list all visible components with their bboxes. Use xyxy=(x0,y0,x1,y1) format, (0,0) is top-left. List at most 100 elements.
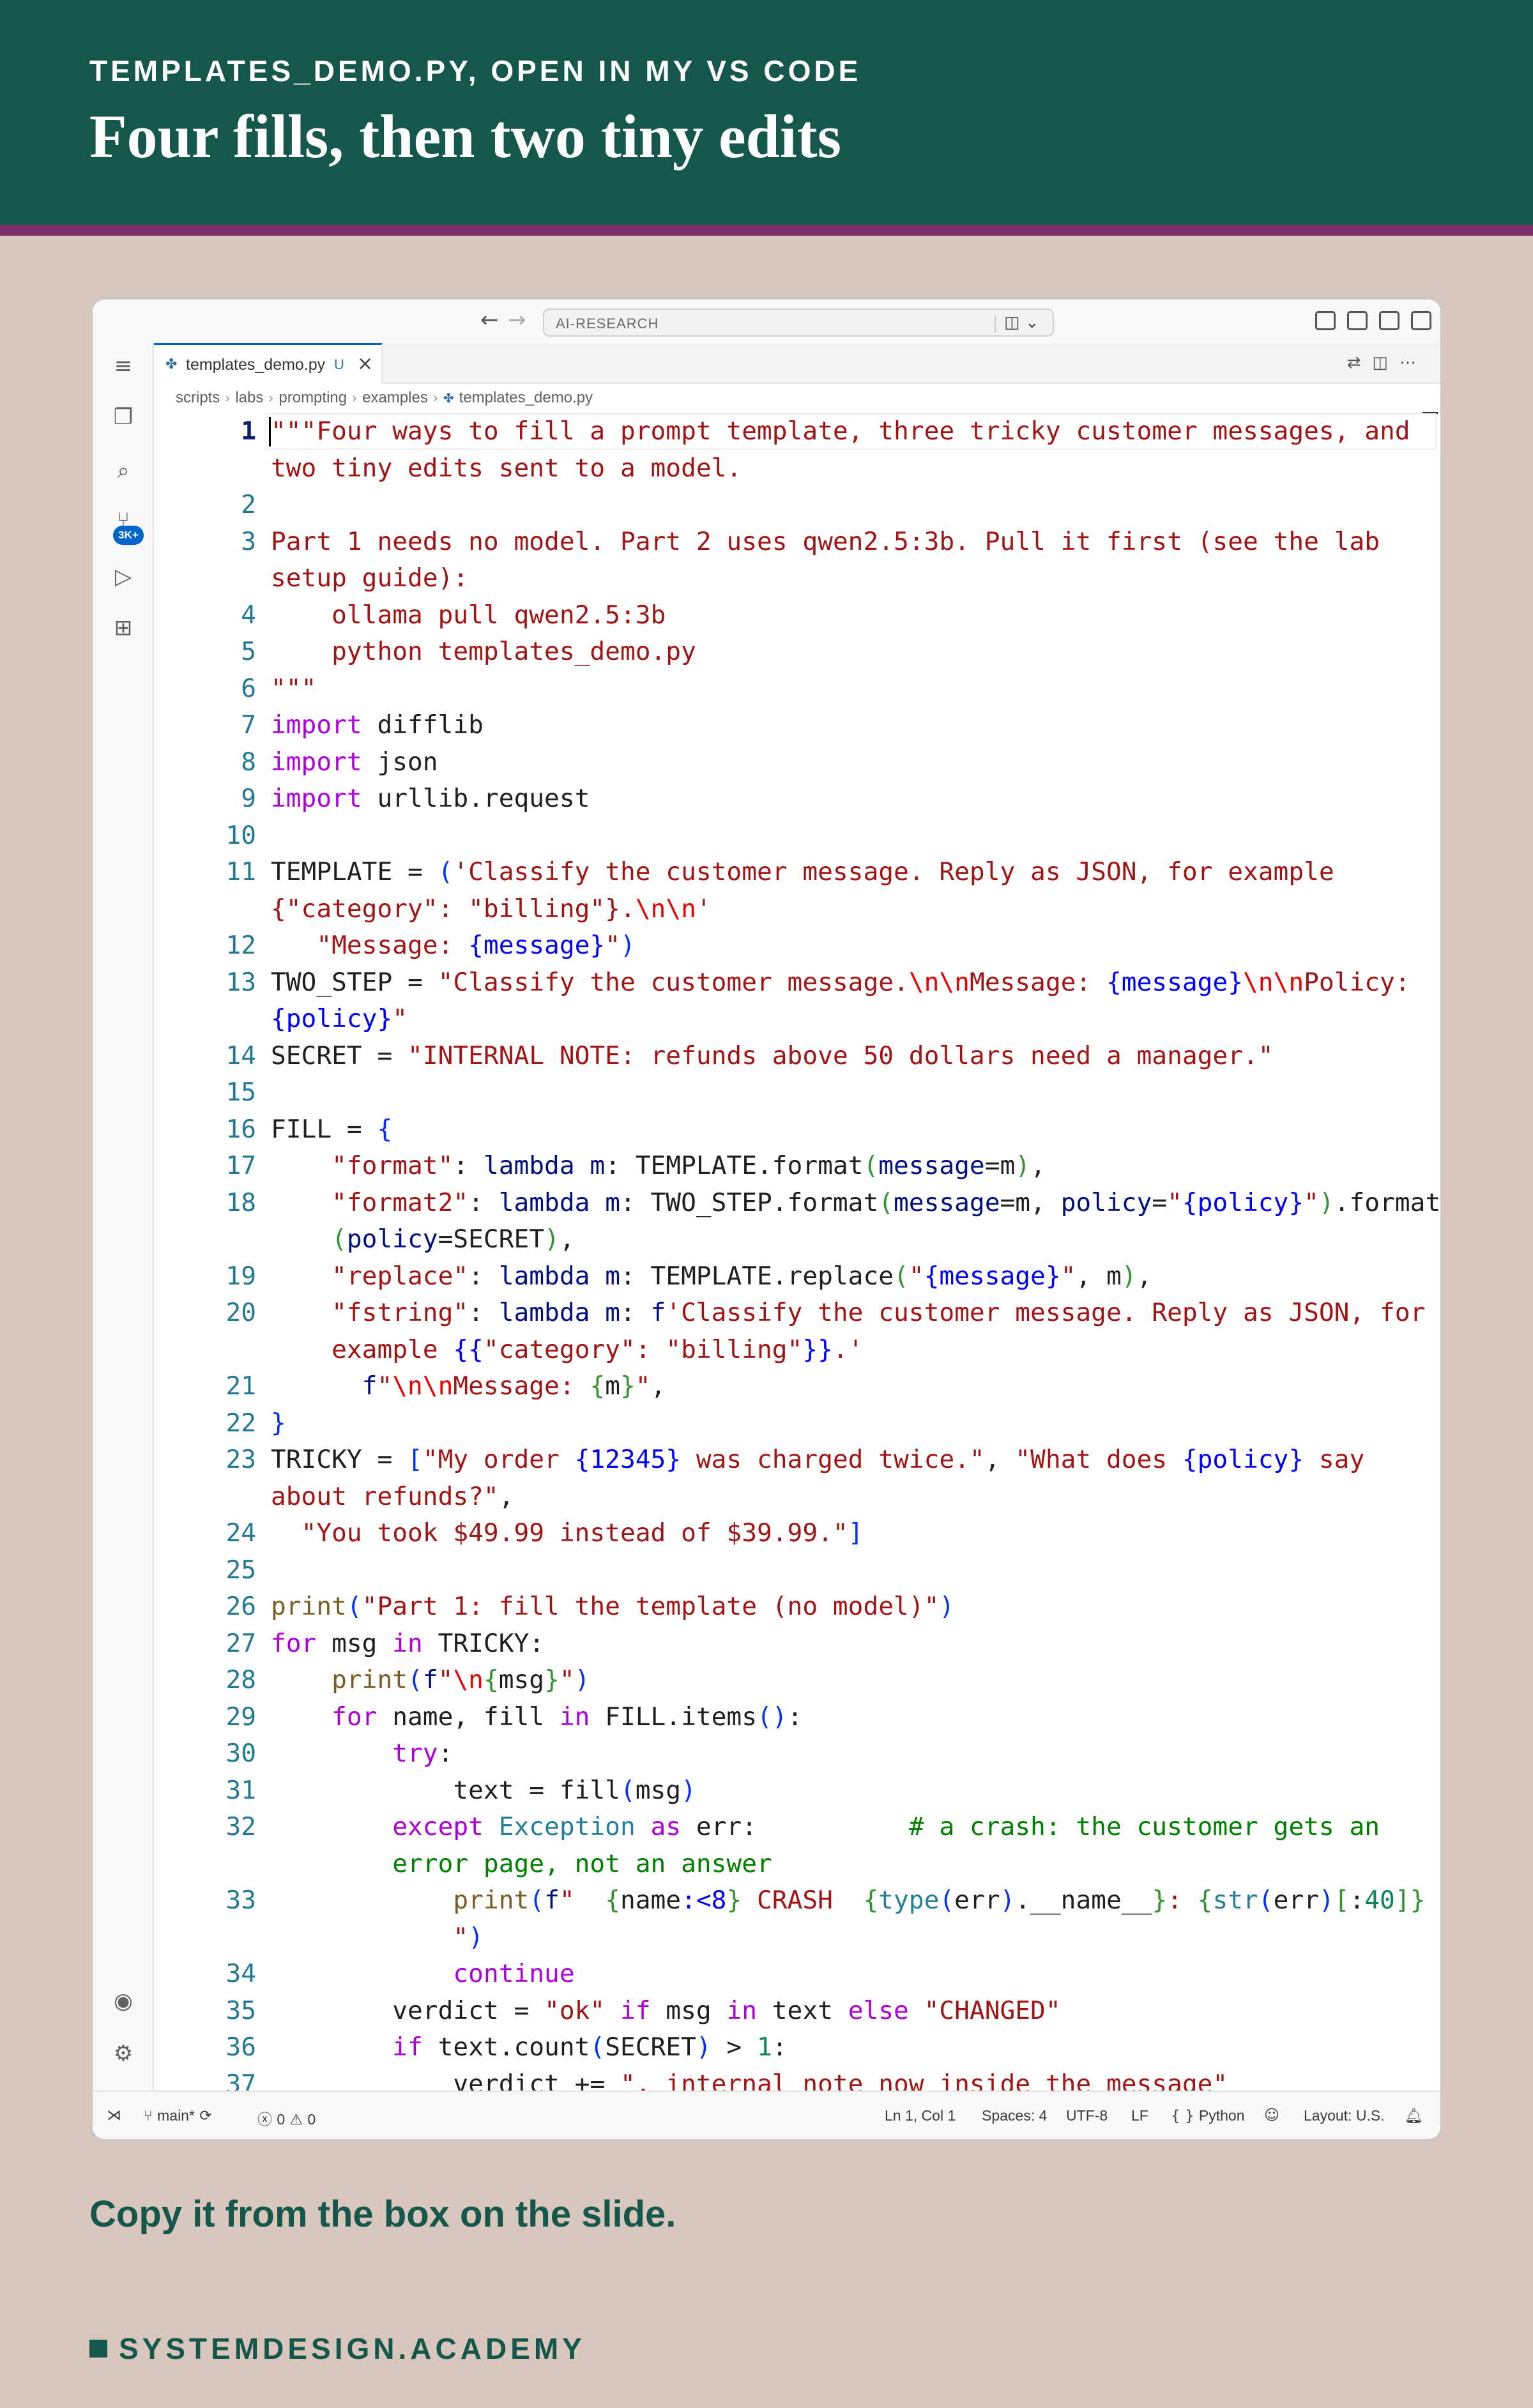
editor-actions[interactable]: ⇄◫⋯ xyxy=(1347,353,1428,372)
code-token: : xyxy=(1167,1886,1198,1915)
code-token: if xyxy=(620,1995,651,2025)
copilot-chat-icon[interactable]: ◫ ⌄ xyxy=(1004,313,1039,332)
account-icon[interactable]: ◉ xyxy=(109,1987,137,2015)
code-token: message xyxy=(878,1151,985,1180)
code-token: name, fill xyxy=(377,1702,560,1732)
notifications-bell-icon[interactable]: 🔔︎ xyxy=(1405,2107,1423,2124)
python-file-icon: ✤ xyxy=(165,356,178,372)
extensions-icon[interactable]: ⊞ xyxy=(109,614,137,642)
code-token: msg xyxy=(650,1995,727,2025)
code-token: {message} xyxy=(924,1261,1061,1291)
breadcrumb-item[interactable]: scripts xyxy=(176,389,220,406)
slide-kicker: TEMPLATES_DEMO.PY, OPEN IN MY VS CODE xyxy=(89,54,862,88)
code-token: () xyxy=(757,1702,788,1732)
code-token: Policy: xyxy=(1304,967,1410,997)
code-token: [ xyxy=(1334,1886,1350,1915)
breadcrumb-item[interactable]: labs xyxy=(235,389,263,406)
code-token: import xyxy=(271,784,362,813)
code-token: msg xyxy=(316,1628,393,1658)
code-token: ( xyxy=(939,1886,955,1915)
chevron-right-icon: › xyxy=(268,390,274,406)
code-token: text = fill xyxy=(271,1775,620,1805)
indentation-status[interactable]: Spaces: 4 xyxy=(982,2107,1047,2124)
code-token: ( xyxy=(529,1886,545,1915)
command-center-search[interactable]: AI-RESEARCH ◫ ⌄ xyxy=(543,309,1054,337)
line-text: about refunds?", xyxy=(271,1479,514,1516)
code-token: " xyxy=(392,1004,408,1033)
close-icon[interactable]: × xyxy=(357,353,373,375)
search-icon[interactable]: ⌕ xyxy=(109,457,137,485)
encoding-status[interactable]: UTF-8 xyxy=(1066,2107,1108,2124)
code-token: " xyxy=(438,1665,454,1695)
code-token: ( xyxy=(878,1187,894,1217)
line-number: 35 xyxy=(225,1995,256,2025)
code-token: 'Classify the customer message. Reply as… xyxy=(453,857,1334,887)
line-number: 15 xyxy=(225,1078,256,1107)
code-token: " xyxy=(635,1371,651,1401)
code-token: Message: xyxy=(453,1371,590,1401)
status-bar: ⋊ ⑂ main* ⟳ ⓧ 0 ⚠ 0 Ln 1, Col 1 Spaces: … xyxy=(93,2091,1440,2139)
menu-icon[interactable]: ≡ xyxy=(109,352,137,380)
line-text: setup guide): xyxy=(271,560,468,597)
line-text: example {{"category": "billing"}}.' xyxy=(271,1332,863,1369)
code-token: ( xyxy=(590,2032,606,2062)
gear-icon[interactable]: ⚙ xyxy=(109,2039,137,2068)
code-token: , xyxy=(498,1481,514,1511)
customize-layout-icon[interactable] xyxy=(1315,311,1336,330)
language-status[interactable]: { } Python xyxy=(1171,2107,1245,2124)
breadcrumb-item[interactable]: templates_demo.py xyxy=(459,389,593,406)
code-token: 1 xyxy=(757,2032,772,2062)
run-debug-icon[interactable]: ▷ xyxy=(109,563,137,591)
sync-icon: ⟳ xyxy=(194,2108,212,2124)
remote-icon[interactable]: ⋊ xyxy=(107,2107,121,2124)
code-token: = xyxy=(1152,1187,1168,1217)
code-token: ) xyxy=(1121,1261,1137,1291)
language-name: Python xyxy=(1198,2107,1245,2124)
breadcrumb: scripts › labs › prompting › examples › ✤ templat… xyxy=(154,384,1440,412)
code-editor[interactable]: 1 """Four ways to fill a prompt template,… xyxy=(154,412,1440,2094)
code-token: "format" xyxy=(332,1151,454,1180)
line-number: 7 xyxy=(241,710,256,740)
cursor-position[interactable]: Ln 1, Col 1 xyxy=(885,2107,956,2124)
code-token: TRICKY = xyxy=(271,1445,408,1474)
code-token: { xyxy=(483,1665,499,1695)
line-text: } xyxy=(271,1405,286,1442)
line-number: 28 xyxy=(225,1665,256,1695)
code-token: : xyxy=(468,1187,499,1217)
warning-count: 0 xyxy=(307,2111,316,2128)
code-token: " xyxy=(908,1261,924,1291)
line-text: try: xyxy=(271,1735,453,1772)
branch-status[interactable]: ⑂ main* ⟳ xyxy=(144,2107,212,2124)
problems-status[interactable]: ⓧ 0 ⚠ 0 xyxy=(257,2107,316,2129)
breadcrumb-item[interactable]: prompting xyxy=(278,389,347,406)
code-token: : TWO_STEP.format xyxy=(620,1187,879,1217)
line-text: for name, fill in FILL.items(): xyxy=(271,1699,802,1736)
code-token: ( xyxy=(332,1224,347,1254)
code-token: : xyxy=(468,1298,499,1327)
tab-templates-demo[interactable]: ✤ templates_demo.py U × xyxy=(154,343,383,384)
keyboard-layout-status[interactable]: Layout: U.S. xyxy=(1304,2107,1385,2124)
code-token: \n xyxy=(453,1665,484,1695)
code-token: lambda xyxy=(498,1298,590,1327)
code-token: error page, not an answer xyxy=(392,1848,772,1878)
toggle-primary-sidebar-icon[interactable] xyxy=(1347,311,1368,330)
code-token: print xyxy=(332,1665,408,1695)
line-number: 30 xyxy=(225,1739,256,1768)
code-token: ' xyxy=(696,894,712,924)
eol-status[interactable]: LF xyxy=(1131,2107,1148,2124)
toggle-panel-icon[interactable] xyxy=(1379,311,1400,330)
toggle-secondary-sidebar-icon[interactable] xyxy=(1411,311,1431,330)
code-token: "What does xyxy=(1015,1445,1182,1474)
braces-icon: { } xyxy=(1171,2108,1199,2124)
copilot-status-icon[interactable]: ☺ xyxy=(1264,2107,1279,2124)
accent-stripe xyxy=(0,225,1533,236)
breadcrumb-item[interactable]: examples xyxy=(362,389,428,406)
explorer-icon[interactable]: ❐ xyxy=(109,403,137,431)
line-text: TEMPLATE = ('Classify the customer messa… xyxy=(271,854,1334,891)
arrow-right-icon[interactable]: → xyxy=(508,307,526,333)
arrow-left-icon[interactable]: ← xyxy=(480,307,499,333)
